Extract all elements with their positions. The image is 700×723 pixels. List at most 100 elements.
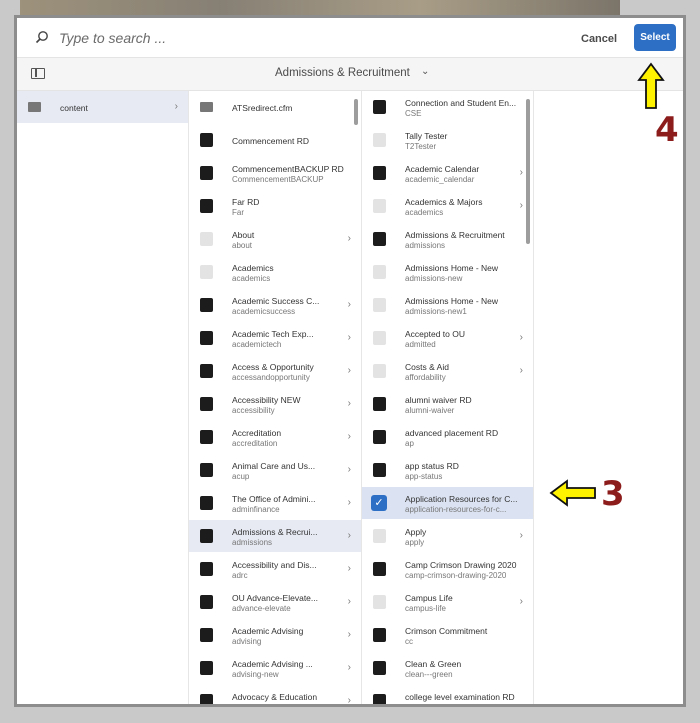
- list-item[interactable]: Admissions Home - New admissions-new1: [362, 289, 533, 321]
- list-item[interactable]: Crimson Commitment cc: [362, 619, 533, 651]
- list-item[interactable]: Academics & Majors academics ›: [362, 190, 533, 222]
- list-item[interactable]: Camp Crimson Drawing 2020 camp-crimson-dr…: [362, 553, 533, 585]
- list-item[interactable]: Commencement RD: [189, 124, 361, 156]
- chevron-right-icon[interactable]: ›: [348, 497, 351, 508]
- chevron-right-icon[interactable]: ›: [348, 233, 351, 244]
- list-item[interactable]: About about ›: [189, 223, 361, 255]
- chevron-right-icon[interactable]: ›: [520, 167, 523, 178]
- list-item[interactable]: Animal Care and Us... acup ›: [189, 454, 361, 486]
- list-item[interactable]: Clean & Green clean---green: [362, 652, 533, 684]
- item-title: Campus Life: [405, 593, 453, 603]
- list-item[interactable]: Tally Tester T2Tester: [362, 124, 533, 156]
- item-subtitle: ap: [405, 439, 414, 448]
- item-title: Costs & Aid: [405, 362, 449, 372]
- toggle-rail-icon[interactable]: [31, 68, 45, 79]
- home-icon: [373, 232, 386, 246]
- page-icon: [373, 265, 386, 279]
- item-subtitle: about: [232, 241, 253, 250]
- chevron-right-icon[interactable]: ›: [520, 530, 523, 541]
- chevron-right-icon[interactable]: ›: [520, 365, 523, 376]
- list-item[interactable]: Far RD Far: [189, 190, 361, 222]
- chevron-right-icon[interactable]: ›: [520, 596, 523, 607]
- item-subtitle: advocacyandeducati...: [232, 703, 312, 704]
- list-item[interactable]: Accepted to OU admitted ›: [362, 322, 533, 354]
- item-subtitle: admitted: [405, 340, 436, 349]
- list-item[interactable]: Apply apply ›: [362, 520, 533, 552]
- chevron-right-icon[interactable]: ›: [348, 662, 351, 673]
- chevron-right-icon[interactable]: ›: [348, 629, 351, 640]
- background-image-strip: [20, 0, 620, 16]
- chevron-right-icon[interactable]: ›: [175, 101, 178, 112]
- chevron-right-icon[interactable]: ›: [520, 332, 523, 343]
- item-title: Tally Tester: [405, 131, 448, 141]
- cancel-button[interactable]: Cancel: [581, 28, 617, 50]
- toolbar: Admissions & Recruitment ⌄: [17, 58, 683, 91]
- list-item[interactable]: Admissions Home - New admissions-new: [362, 256, 533, 288]
- breadcrumb-title[interactable]: Admissions & Recruitment: [275, 67, 410, 79]
- list-item[interactable]: Accessibility NEW accessibility ›: [189, 388, 361, 420]
- list-item[interactable]: Advocacy & Educationadvocacyandeducati..…: [189, 685, 361, 704]
- chevron-right-icon[interactable]: ›: [348, 563, 351, 574]
- list-item[interactable]: Academic Success C... academicsuccess ›: [189, 289, 361, 321]
- item-title: Academic Tech Exp...: [232, 329, 314, 339]
- list-item[interactable]: alumni waiver RD alumni-waiver: [362, 388, 533, 420]
- list-item[interactable]: ✓ Application Resources for C... applicati…: [362, 487, 533, 519]
- column-site: Connection and Student En... CSE Tally Tes…: [362, 91, 534, 704]
- page-icon: [373, 199, 386, 213]
- chevron-right-icon[interactable]: ›: [348, 695, 351, 704]
- list-item[interactable]: advanced placement RD ap: [362, 421, 533, 453]
- list-item[interactable]: CommencementBACKUP RD CommencementBACKUP: [189, 157, 361, 189]
- chevron-right-icon[interactable]: ›: [348, 332, 351, 343]
- list-item[interactable]: Costs & Aid affordability ›: [362, 355, 533, 387]
- item-subtitle: CSE: [405, 109, 422, 118]
- chevron-right-icon[interactable]: ›: [348, 530, 351, 541]
- item-subtitle: admissions-new: [405, 274, 463, 283]
- list-item[interactable]: college level examination RDclep: [362, 685, 533, 704]
- home-icon: [200, 430, 213, 444]
- list-item[interactable]: Academic Advising advising ›: [189, 619, 361, 651]
- page-icon: [373, 364, 386, 378]
- list-item[interactable]: Academic Calendar academic_calendar ›: [362, 157, 533, 189]
- list-item[interactable]: Campus Life campus-life ›: [362, 586, 533, 618]
- redirect-icon: [373, 397, 386, 411]
- chevron-right-icon[interactable]: ›: [348, 596, 351, 607]
- list-item[interactable]: Accessibility and Dis... adrc ›: [189, 553, 361, 585]
- list-item-content[interactable]: content ›: [17, 91, 188, 123]
- list-item[interactable]: ATSredirect.cfm: [189, 91, 361, 123]
- column-empty: [534, 91, 683, 704]
- item-subtitle: T2Tester: [405, 142, 437, 151]
- chevron-right-icon[interactable]: ›: [348, 464, 351, 475]
- list-item[interactable]: OU Advance-Elevate... advance-elevate ›: [189, 586, 361, 618]
- item-subtitle: adrc: [232, 571, 248, 580]
- list-item[interactable]: The Office of Admini... adminfinance ›: [189, 487, 361, 519]
- chevron-right-icon[interactable]: ›: [348, 431, 351, 442]
- chevron-down-icon[interactable]: ⌄: [421, 66, 429, 77]
- list-item[interactable]: Admissions & Recruitment admissions: [362, 223, 533, 255]
- list-item[interactable]: Admissions & Recrui... admissions ›: [189, 520, 361, 552]
- select-button[interactable]: Select: [634, 24, 676, 51]
- column-root: content ›: [17, 91, 189, 704]
- home-icon: [200, 397, 213, 411]
- list-item[interactable]: Academics academics: [189, 256, 361, 288]
- item-title: alumni waiver RD: [405, 395, 472, 405]
- list-item[interactable]: Accreditation accreditation ›: [189, 421, 361, 453]
- item-subtitle: advance-elevate: [232, 604, 291, 613]
- list-item[interactable]: Access & Opportunity accessandopportunity…: [189, 355, 361, 387]
- chevron-right-icon[interactable]: ›: [520, 200, 523, 211]
- chevron-right-icon[interactable]: ›: [348, 299, 351, 310]
- search-bar: Cancel Select: [17, 18, 683, 58]
- search-input[interactable]: [59, 26, 479, 50]
- annotation-arrow-up-icon: [637, 62, 665, 109]
- list-item[interactable]: Academic Advising ... advising-new ›: [189, 652, 361, 684]
- list-item[interactable]: Academic Tech Exp... academictech ›: [189, 322, 361, 354]
- page-icon: [373, 595, 386, 609]
- home-icon: [200, 661, 213, 675]
- redirect-icon: [373, 694, 386, 704]
- chevron-right-icon[interactable]: ›: [348, 365, 351, 376]
- chevron-right-icon[interactable]: ›: [348, 398, 351, 409]
- item-subtitle: academics: [232, 274, 271, 283]
- list-item[interactable]: app status RD app-status: [362, 454, 533, 486]
- list-item[interactable]: Connection and Student En... CSE: [362, 91, 533, 123]
- item-title: Accepted to OU: [405, 329, 466, 339]
- item-subtitle: accessandopportunity: [232, 373, 310, 382]
